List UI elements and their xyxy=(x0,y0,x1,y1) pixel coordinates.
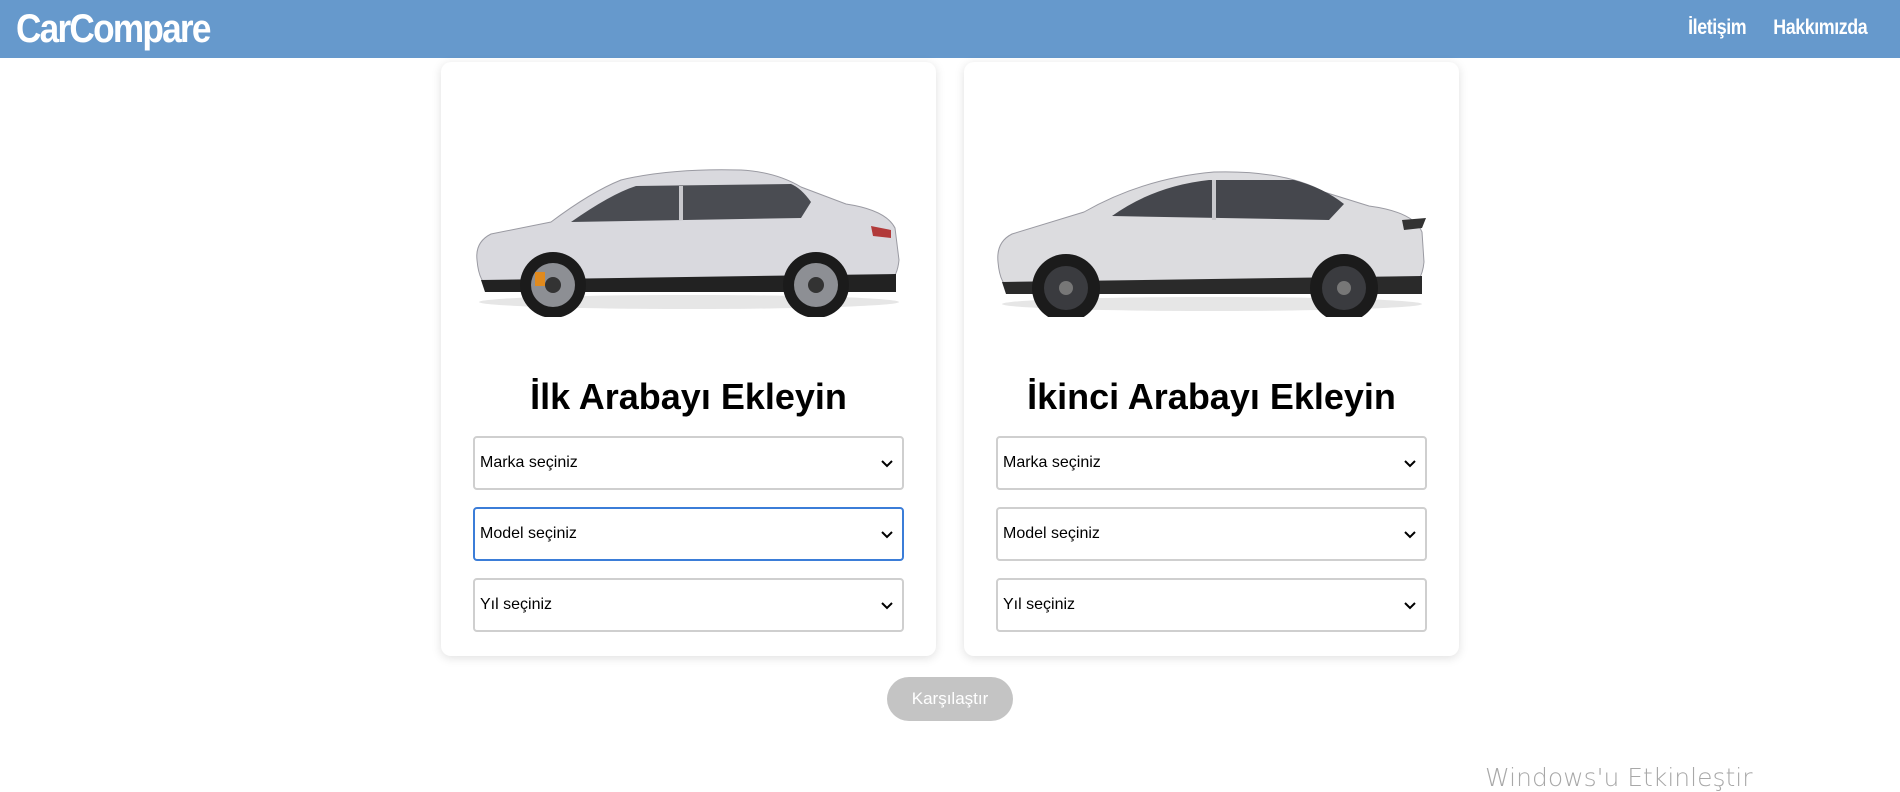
brand-logo[interactable]: CarCompare xyxy=(16,6,211,52)
chevron-down-icon xyxy=(1404,602,1416,610)
first-car-card: İlk Arabayı Ekleyin Marka seçiniz Model … xyxy=(441,62,936,656)
second-model-select[interactable]: Model seçiniz xyxy=(996,507,1427,561)
second-card-title: İkinci Arabayı Ekleyin xyxy=(1027,376,1396,417)
navbar: CarCompare İletişim Hakkımızda xyxy=(0,0,1900,58)
select-value: Marka seçiniz xyxy=(1003,454,1101,471)
second-brand-select[interactable]: Marka seçiniz xyxy=(996,436,1427,490)
select-value: Yıl seçiniz xyxy=(1003,596,1076,613)
nav-link-about[interactable]: Hakkımızda xyxy=(1774,14,1868,42)
first-card-title: İlk Arabayı Ekleyin xyxy=(530,376,847,417)
chevron-down-icon xyxy=(881,602,893,610)
second-year-select[interactable]: Yıl seçiniz xyxy=(996,578,1427,632)
white-sedan-car-image xyxy=(476,169,900,317)
nav-link-contact[interactable]: İletişim xyxy=(1688,14,1747,42)
nav-links: İletişim Hakkımızda xyxy=(1683,14,1876,42)
white-suv-car-image xyxy=(997,171,1426,317)
chevron-down-icon xyxy=(881,460,893,468)
select-value: Yıl seçiniz xyxy=(480,596,553,613)
first-year-select[interactable]: Yıl seçiniz xyxy=(473,578,904,632)
second-car-card: İkinci Arabayı Ekleyin Marka seçiniz Mod… xyxy=(964,62,1459,656)
first-model-select[interactable]: Model seçiniz xyxy=(473,507,904,561)
chevron-down-icon xyxy=(1404,531,1416,539)
select-value: Model seçiniz xyxy=(1003,525,1100,542)
select-value: Model seçiniz xyxy=(480,525,577,542)
compare-button[interactable]: Karşılaştır xyxy=(887,677,1013,721)
select-value: Marka seçiniz xyxy=(480,454,578,471)
windows-activation-watermark: Windows'u Etkinleştir xyxy=(1485,763,1753,792)
chevron-down-icon xyxy=(1404,460,1416,468)
chevron-down-icon xyxy=(881,531,893,539)
first-brand-select[interactable]: Marka seçiniz xyxy=(473,436,904,490)
